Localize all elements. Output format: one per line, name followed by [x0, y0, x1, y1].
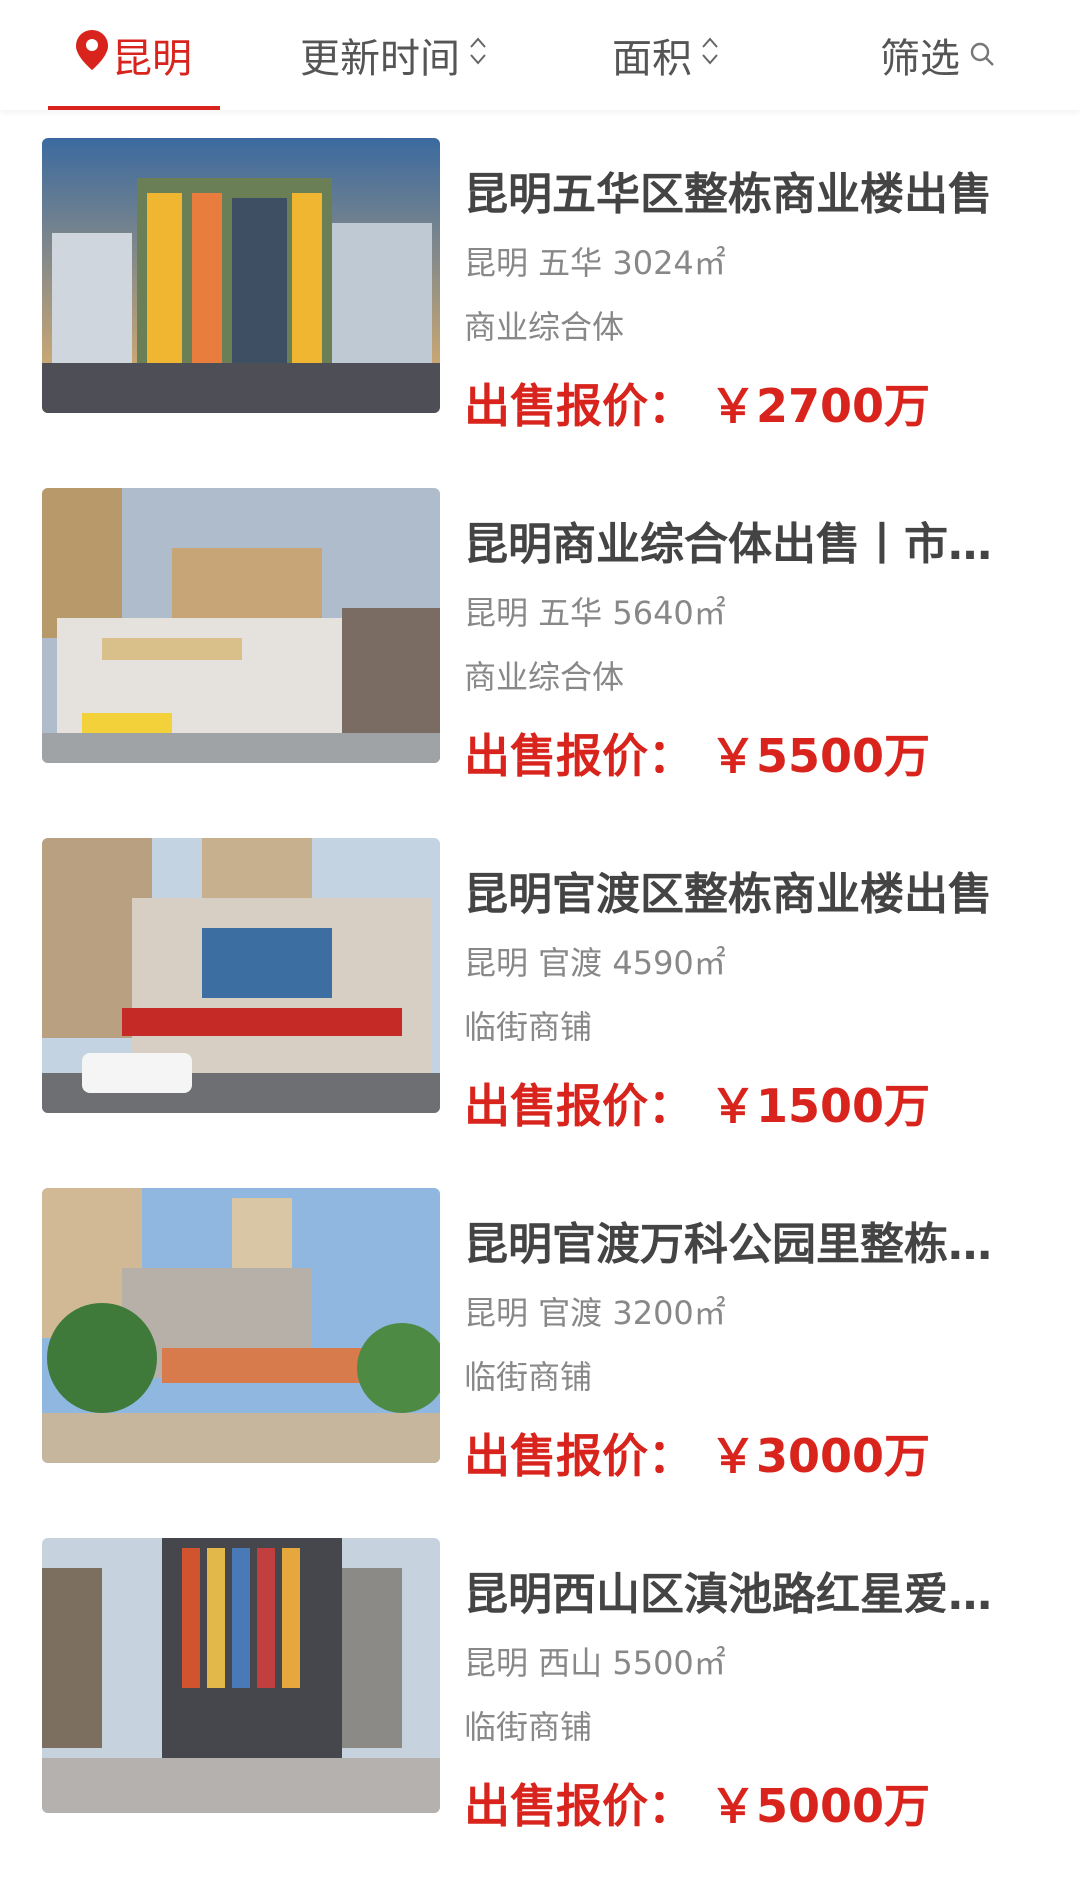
listing-price: 出售报价： ￥5000万 [464, 1770, 930, 1836]
sort-updown-icon [700, 32, 720, 78]
price-label: 出售报价： [464, 1079, 694, 1133]
listing-title[interactable]: 昆明商业综合体出售丨市中心 [464, 508, 1004, 572]
listing-title[interactable]: 昆明西山区滇池路红星爱琴海 [464, 1558, 1004, 1622]
listing-location-area: 昆明 西山 5500㎡ [464, 1644, 726, 1682]
price-label: 出售报价： [464, 1779, 694, 1833]
filter-label: 筛选 [880, 36, 960, 82]
sort-by-area-tab[interactable]: 面积 [612, 0, 720, 110]
listing-thumbnail[interactable] [42, 488, 440, 763]
listing-card[interactable]: 昆明商业综合体出售丨市中心 昆明 五华 5640㎡ 商业综合体 出售报价： ￥5… [0, 460, 1080, 810]
sort-update-label: 更新时间 [300, 36, 460, 82]
top-filter-bar: 昆明 更新时间 面积 筛选 [0, 0, 1080, 110]
listing-location-area: 昆明 五华 5640㎡ [464, 594, 726, 632]
listing-thumbnail[interactable] [42, 838, 440, 1113]
price-value: ￥5500万 [710, 729, 931, 783]
price-value: ￥5000万 [710, 1779, 931, 1833]
listing-price: 出售报价： ￥3000万 [464, 1420, 930, 1486]
listing-property-type: 临街商铺 [464, 1358, 593, 1396]
listing-card[interactable]: 昆明西山区滇池路红星爱琴海 昆明 西山 5500㎡ 临街商铺 出售报价： ￥50… [0, 1510, 1080, 1860]
listing-price: 出售报价： ￥5500万 [464, 720, 930, 786]
sort-by-update-time-tab[interactable]: 更新时间 [300, 0, 488, 110]
location-pin-icon [76, 30, 108, 80]
listing-location-area: 昆明 官渡 4590㎡ [464, 944, 726, 982]
sort-area-label: 面积 [612, 36, 692, 82]
listing-title[interactable]: 昆明官渡万科公园里整栋商业 [464, 1208, 1004, 1272]
listing-price: 出售报价： ￥2700万 [464, 370, 930, 436]
price-value: ￥2700万 [710, 379, 931, 433]
listing-location-area: 昆明 五华 3024㎡ [464, 244, 726, 282]
city-label: 昆明 [112, 36, 192, 82]
listing-thumbnail[interactable] [42, 1538, 440, 1813]
price-label: 出售报价： [464, 1429, 694, 1483]
listing-thumbnail[interactable] [42, 1188, 440, 1463]
listing-thumbnail[interactable] [42, 138, 440, 413]
listing-title[interactable]: 昆明五华区整栋商业楼出售 [464, 158, 1004, 222]
price-label: 出售报价： [464, 729, 694, 783]
search-icon [968, 32, 996, 78]
listing-location-area: 昆明 官渡 3200㎡ [464, 1294, 726, 1332]
sort-updown-icon [468, 32, 488, 78]
listing-property-type: 商业综合体 [464, 308, 625, 346]
listing-price: 出售报价： ￥1500万 [464, 1070, 930, 1136]
price-value: ￥3000万 [710, 1429, 931, 1483]
city-selector-tab[interactable]: 昆明 [48, 0, 220, 110]
listing-property-type: 商业综合体 [464, 658, 625, 696]
listing-card[interactable]: 昆明官渡区整栋商业楼出售 昆明 官渡 4590㎡ 临街商铺 出售报价： ￥150… [0, 810, 1080, 1160]
listing-property-type: 临街商铺 [464, 1008, 593, 1046]
listing-card[interactable]: 昆明官渡万科公园里整栋商业 昆明 官渡 3200㎡ 临街商铺 出售报价： ￥30… [0, 1160, 1080, 1510]
listing-title[interactable]: 昆明官渡区整栋商业楼出售 [464, 858, 1004, 922]
price-value: ￥1500万 [710, 1079, 931, 1133]
listing-card[interactable]: 昆明五华区整栋商业楼出售 昆明 五华 3024㎡ 商业综合体 出售报价： ￥27… [0, 110, 1080, 460]
listing-property-type: 临街商铺 [464, 1708, 593, 1746]
filter-tab[interactable]: 筛选 [880, 0, 996, 110]
price-label: 出售报价： [464, 379, 694, 433]
